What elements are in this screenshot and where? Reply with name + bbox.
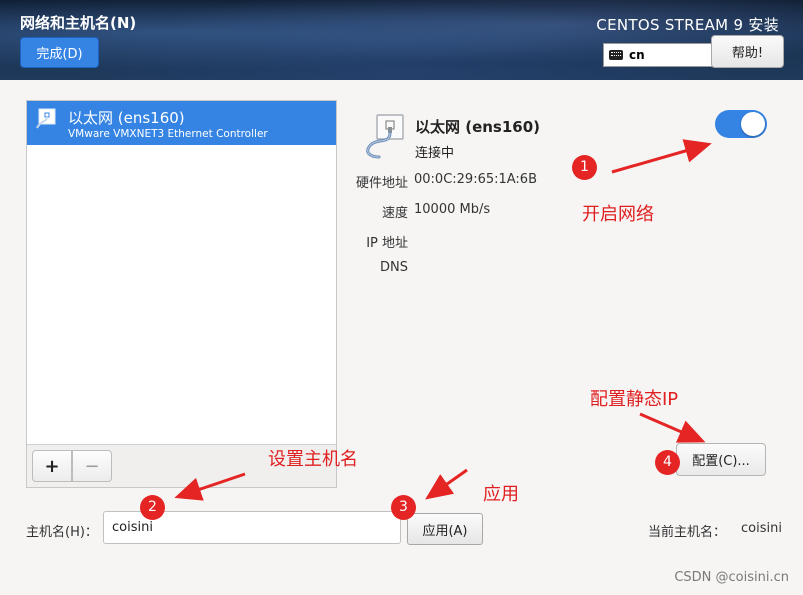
annotation-badge-2: 2	[140, 495, 165, 520]
watermark: CSDN @coisini.cn	[674, 570, 789, 585]
annotation-badge-1: 1	[572, 155, 597, 180]
annotation-badge-4: 4	[655, 450, 680, 475]
annotation-arrow-2	[174, 472, 246, 501]
annotation-arrow-4	[639, 412, 706, 443]
annotation-arrow-3	[425, 468, 468, 500]
annotation-apply: 应用	[483, 484, 519, 505]
annotation-badge-3: 3	[391, 495, 416, 520]
annotation-arrow-1	[611, 139, 712, 174]
annotation-set-hostname: 设置主机名	[268, 449, 358, 470]
annotation-static-ip: 配置静态IP	[590, 389, 679, 410]
annotation-enable-network: 开启网络	[582, 204, 654, 225]
